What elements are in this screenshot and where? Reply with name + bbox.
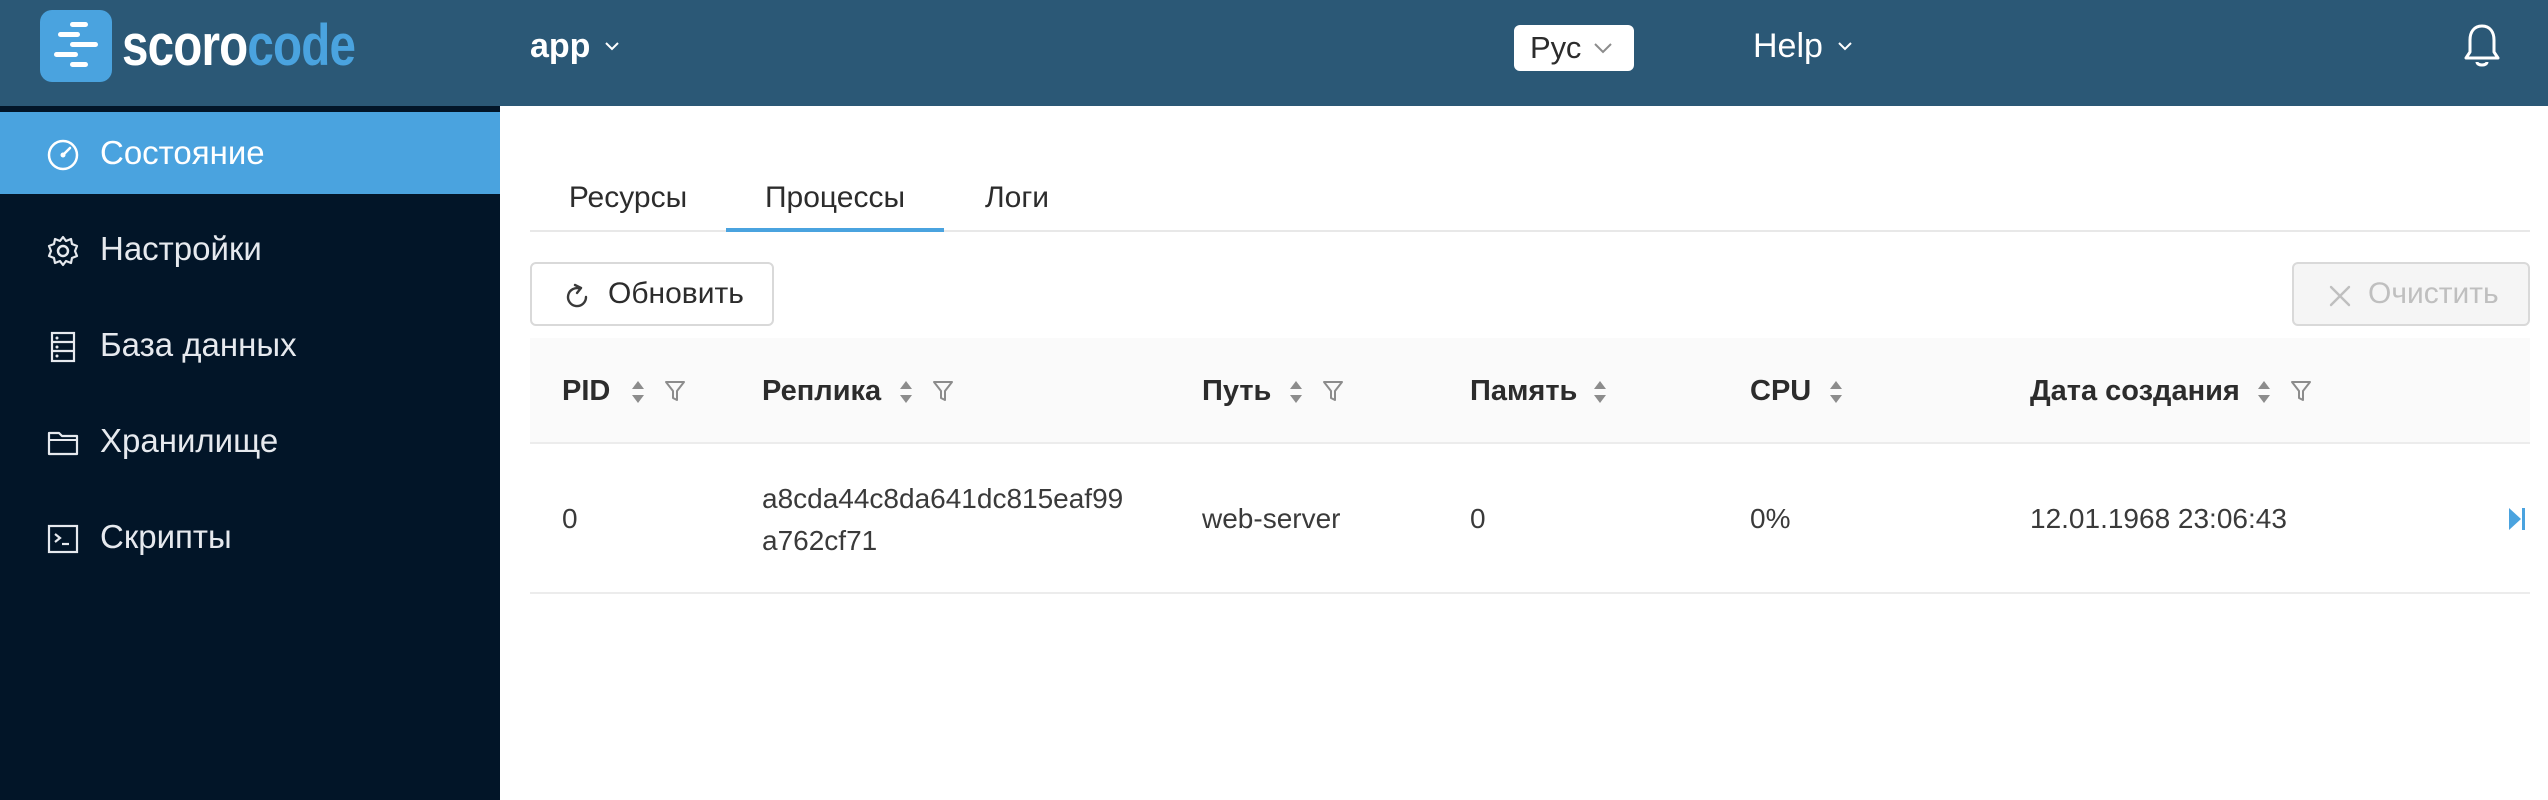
- cell-memory: 0: [1470, 503, 1486, 534]
- chevron-down-icon: [605, 42, 620, 51]
- top-header: scorocode app Рус Help: [0, 0, 2548, 106]
- help-menu[interactable]: Help: [1753, 26, 1853, 66]
- gear-icon: [47, 235, 79, 267]
- sort-icon[interactable]: [1288, 378, 1304, 406]
- cell-pid: 0: [562, 503, 578, 534]
- sidebar: Состояние Настройки База данных Хранилищ…: [0, 106, 500, 800]
- column-header-replica: Реплика: [762, 375, 882, 407]
- filter-icon[interactable]: [932, 378, 954, 404]
- filter-icon[interactable]: [664, 378, 686, 404]
- app-selector-label: app: [530, 26, 591, 65]
- tabs-bar: Ресурсы Процессы Логи: [530, 150, 2530, 232]
- logo-mark-icon: [40, 10, 112, 82]
- table-row[interactable]: 0 a8cda44c8da641dc815eaf99 a762cf71 web-…: [530, 444, 2530, 594]
- sidebar-item-settings[interactable]: Настройки: [0, 208, 500, 290]
- table-header: PID Реплика Путь Память CPU Дата создани…: [530, 338, 2530, 444]
- bell-icon[interactable]: [2462, 22, 2502, 70]
- sort-icon[interactable]: [630, 378, 646, 406]
- column-header-cpu: CPU: [1750, 375, 1812, 407]
- cell-path: web-server: [1202, 503, 1341, 534]
- sort-icon[interactable]: [898, 378, 914, 406]
- dashboard-gauge-icon: [47, 139, 79, 171]
- language-select-value: Рус: [1530, 30, 1582, 65]
- sidebar-item-label: База данных: [100, 326, 297, 363]
- filter-icon[interactable]: [2290, 378, 2312, 404]
- clear-button-label: Очистить: [2368, 277, 2499, 310]
- logo-text: scorocode: [122, 13, 356, 78]
- sidebar-item-database[interactable]: База данных: [0, 304, 500, 386]
- chevron-down-icon: [1594, 43, 1613, 54]
- column-header-path: Путь: [1202, 375, 1272, 407]
- sidebar-item-label: Хранилище: [100, 422, 279, 459]
- tab-resources[interactable]: Ресурсы: [530, 150, 726, 232]
- clear-button[interactable]: Очистить: [2292, 262, 2530, 326]
- column-header-memory: Память: [1470, 375, 1578, 407]
- cell-replica-line: a8cda44c8da641dc815eaf99: [762, 483, 1124, 514]
- sidebar-item-label: Состояние: [100, 134, 265, 171]
- folder-icon: [47, 431, 79, 456]
- scorocode-logo[interactable]: scorocode: [40, 10, 406, 82]
- language-select[interactable]: Рус: [1514, 25, 1634, 71]
- database-icon: [50, 331, 76, 363]
- terminal-icon: [47, 524, 79, 554]
- main-content: Ресурсы Процессы Логи Обновить Очистить …: [500, 106, 2548, 800]
- sort-icon[interactable]: [1828, 378, 1844, 406]
- filter-icon[interactable]: [1322, 378, 1344, 404]
- sidebar-item-label: Настройки: [100, 230, 262, 267]
- tab-processes[interactable]: Процессы: [726, 150, 944, 232]
- app-selector[interactable]: app: [530, 26, 620, 66]
- sidebar-item-storage[interactable]: Хранилище: [0, 400, 500, 482]
- sidebar-item-scripts[interactable]: Скрипты: [0, 496, 500, 578]
- refresh-button[interactable]: Обновить: [530, 262, 774, 326]
- column-header-pid: PID: [562, 375, 611, 407]
- cell-replica-line: a762cf71: [762, 525, 878, 556]
- refresh-button-label: Обновить: [608, 277, 744, 310]
- tab-logs[interactable]: Логи: [944, 150, 1090, 232]
- expand-row-icon[interactable]: [2507, 506, 2527, 532]
- refresh-icon: [566, 283, 588, 308]
- close-icon: [2329, 285, 2351, 307]
- chevron-down-icon: [1838, 42, 1852, 51]
- sort-icon[interactable]: [2256, 378, 2272, 406]
- help-menu-label: Help: [1753, 26, 1823, 65]
- cell-cpu: 0%: [1750, 503, 1791, 534]
- sort-icon[interactable]: [1592, 378, 1608, 406]
- sidebar-item-status[interactable]: Состояние: [0, 112, 500, 194]
- column-header-created: Дата создания: [2030, 375, 2240, 407]
- cell-created: 12.01.1968 23:06:43: [2030, 503, 2287, 534]
- cell-replica: a8cda44c8da641dc815eaf99 a762cf71: [762, 478, 1123, 562]
- sidebar-item-label: Скрипты: [100, 518, 232, 555]
